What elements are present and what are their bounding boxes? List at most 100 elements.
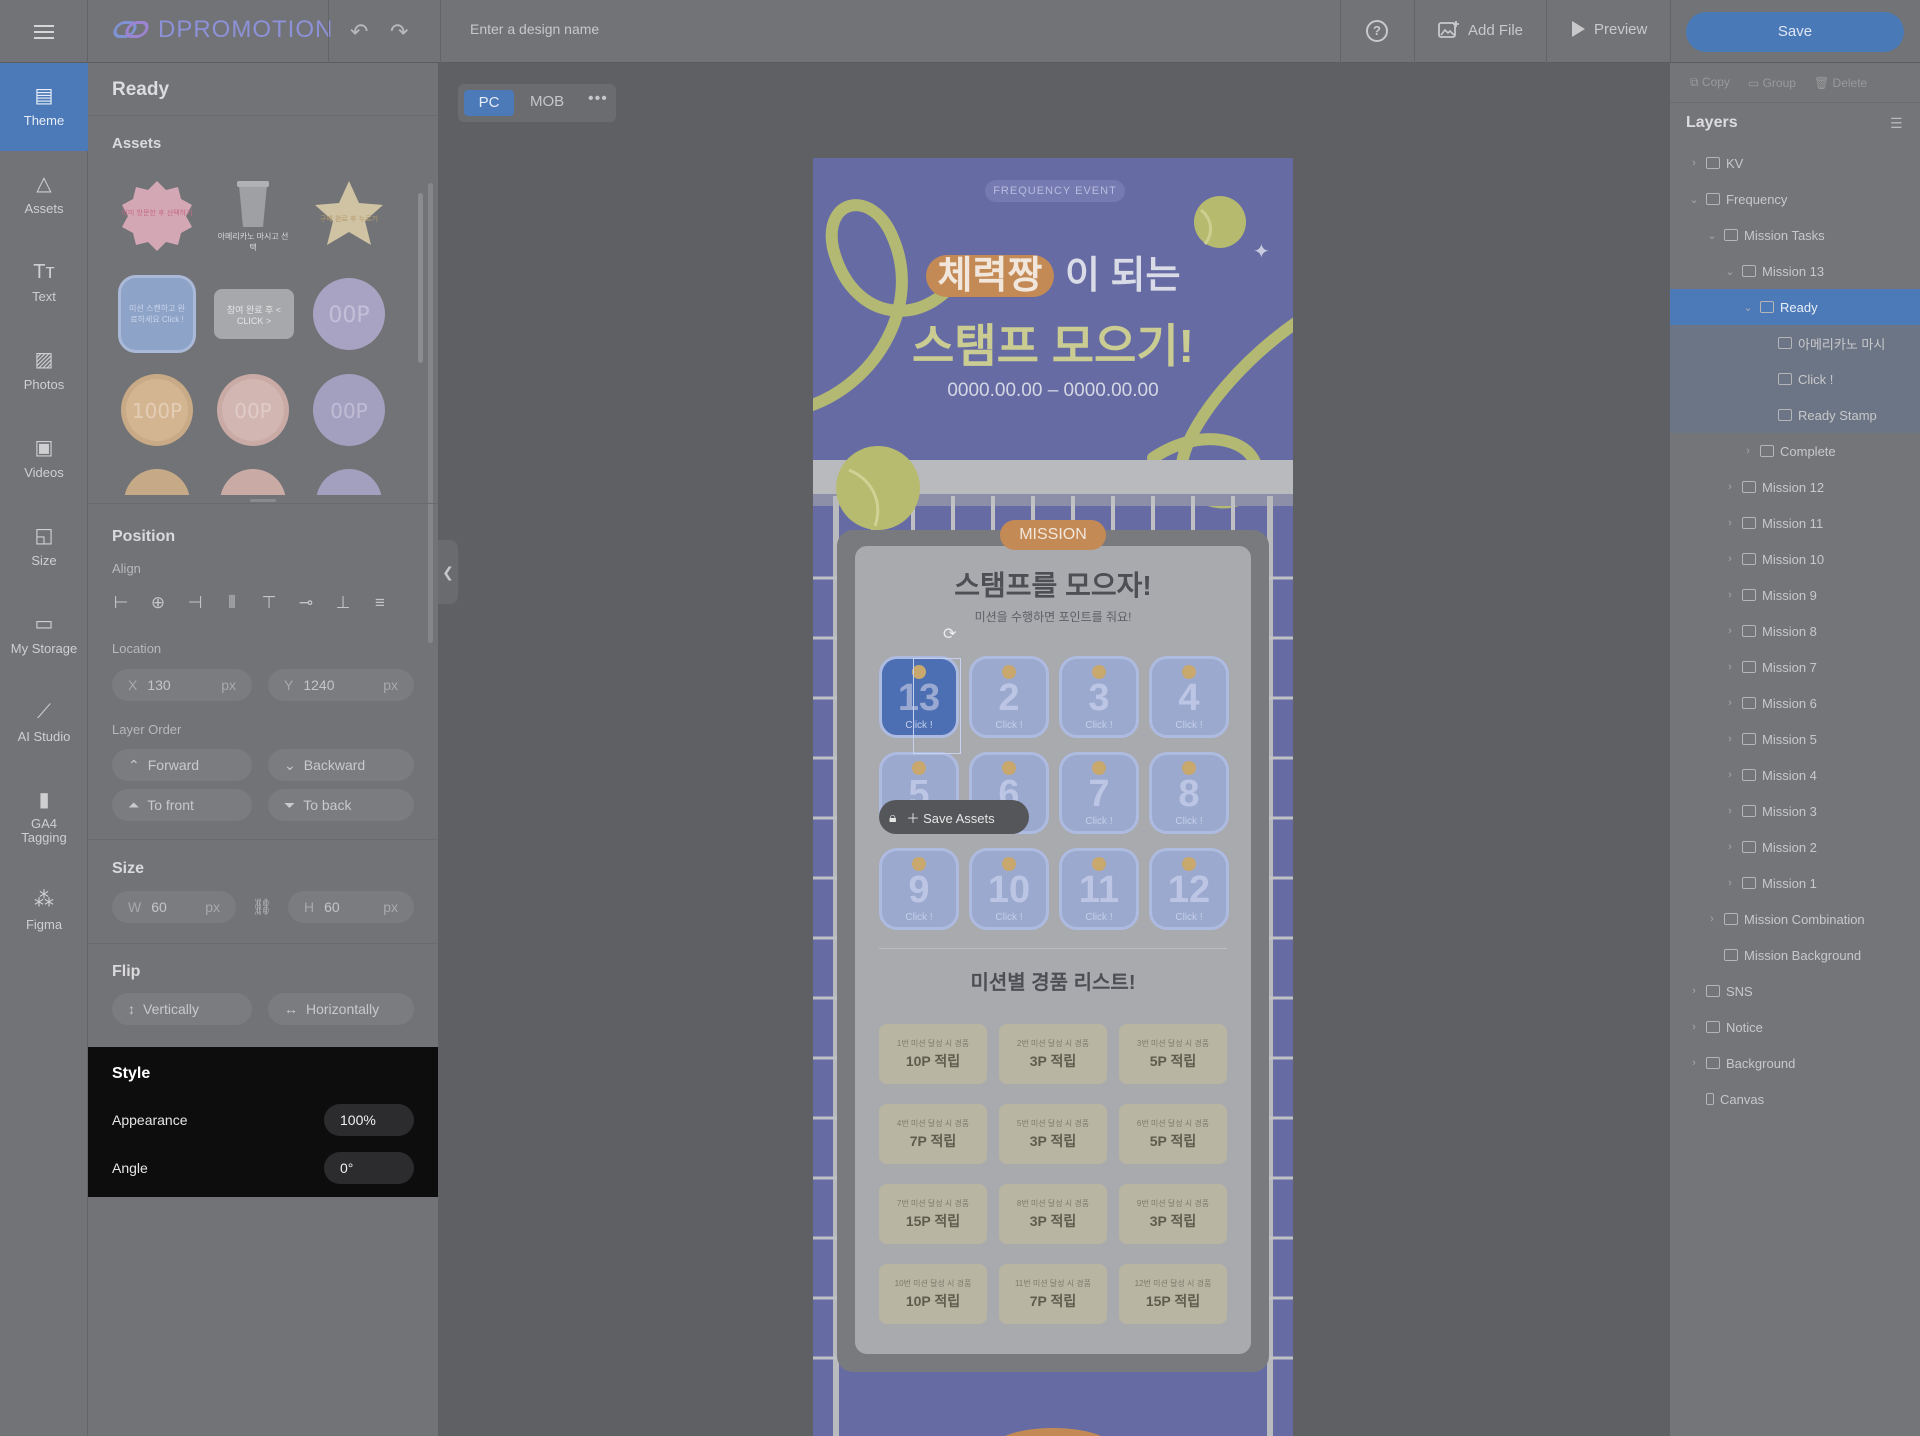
layer-item[interactable]: › Mission 2	[1670, 829, 1920, 865]
angle-input[interactable]: 0°	[324, 1152, 414, 1184]
nav-ai-studio[interactable]: ⟋ AI Studio	[0, 679, 88, 767]
layer-item[interactable]: › Mission 7	[1670, 649, 1920, 685]
layer-item[interactable]: › Mission 6	[1670, 685, 1920, 721]
backward-button[interactable]: ⌄ Backward	[268, 749, 414, 781]
resize-handle[interactable]	[250, 499, 276, 502]
chevron-icon[interactable]: ›	[1706, 913, 1718, 925]
layer-item[interactable]: ⌄ Frequency	[1670, 181, 1920, 217]
asset-coin-gold[interactable]: 100P	[118, 371, 196, 449]
asset-star[interactable]: 구매 완료 후 누르기	[310, 177, 388, 255]
stamp-card[interactable]: 3 Click !	[1059, 656, 1139, 738]
asset-mission-card[interactable]: 미션 스캔하고 완료하세요 Click !	[118, 275, 196, 353]
layer-item[interactable]: Click !	[1670, 361, 1920, 397]
layer-item[interactable]: › Mission 12	[1670, 469, 1920, 505]
preview-button[interactable]: Preview	[1570, 20, 1647, 38]
x-field[interactable]: X 130 px	[112, 669, 252, 701]
nav-my-storage[interactable]: ▭ My Storage	[0, 591, 88, 679]
to-front-button[interactable]: ⏶ To front	[112, 789, 252, 821]
align-right-icon[interactable]: ⊣	[186, 593, 204, 615]
chevron-icon[interactable]: ⌄	[1724, 265, 1736, 278]
design-canvas[interactable]: ✦ FREQUENCY EVENT 체력짱 이 되는 스탬프 모으기! 0000…	[813, 158, 1293, 1436]
chevron-icon[interactable]: ›	[1688, 1057, 1700, 1069]
more-icon[interactable]: •••	[588, 90, 608, 108]
layer-item[interactable]: › Complete	[1670, 433, 1920, 469]
layer-item[interactable]: › Mission 5	[1670, 721, 1920, 757]
chevron-icon[interactable]: ›	[1724, 841, 1736, 853]
layer-item[interactable]: › KV	[1670, 145, 1920, 181]
save-assets-button[interactable]: ＋ Save Assets	[906, 808, 994, 827]
chevron-icon[interactable]: ›	[1724, 769, 1736, 781]
forward-button[interactable]: ⌃ Forward	[112, 749, 252, 781]
stamp-card[interactable]: 7 Click !	[1059, 752, 1139, 834]
layer-item[interactable]: Ready Stamp	[1670, 397, 1920, 433]
nav-assets[interactable]: △ Assets	[0, 151, 88, 239]
help-icon[interactable]: ?	[1366, 20, 1388, 42]
stamp-card[interactable]: 12 Click !	[1149, 848, 1229, 930]
lock-icon[interactable]: 🔒︎	[889, 809, 896, 826]
rotate-icon[interactable]: ⟳	[943, 624, 956, 644]
asset-star-badge[interactable]: 이미 방문한 후 선택하기	[118, 177, 196, 255]
asset-ticket[interactable]: 참여 완료 후 < CLICK >	[214, 289, 294, 339]
flip-vertical-button[interactable]: ↕ Vertically	[112, 993, 252, 1025]
chevron-icon[interactable]: ⌄	[1742, 301, 1754, 314]
layer-item[interactable]: ⌄ Ready	[1670, 289, 1920, 325]
layer-item[interactable]: › Mission 8	[1670, 613, 1920, 649]
height-field[interactable]: H 60 px	[288, 891, 414, 923]
collapse-panel-button[interactable]: ❮	[438, 540, 458, 604]
chevron-icon[interactable]: ›	[1742, 445, 1754, 457]
align-middle-icon[interactable]: ⊸	[297, 593, 315, 615]
nav-videos[interactable]: ▣ Videos	[0, 415, 88, 503]
align-top-icon[interactable]: ⊤	[260, 593, 278, 615]
layer-item[interactable]: ⌄ Mission Tasks	[1670, 217, 1920, 253]
chevron-icon[interactable]: ›	[1688, 1021, 1700, 1033]
chevron-icon[interactable]: ›	[1724, 481, 1736, 493]
chevron-icon[interactable]: ›	[1724, 589, 1736, 601]
appearance-input[interactable]: 100%	[324, 1104, 414, 1136]
asset-coin-pink[interactable]: 00P	[214, 371, 292, 449]
collapse-layers-icon[interactable]: ☰	[1890, 115, 1903, 132]
layer-item[interactable]: Canvas	[1670, 1081, 1920, 1117]
layer-item[interactable]: › Notice	[1670, 1009, 1920, 1045]
chevron-icon[interactable]: ›	[1724, 625, 1736, 637]
layer-item[interactable]: › Mission 1	[1670, 865, 1920, 901]
chevron-icon[interactable]: ›	[1724, 697, 1736, 709]
panel-scrollbar[interactable]	[428, 183, 433, 643]
chevron-icon[interactable]: ›	[1724, 733, 1736, 745]
asset-seal-purple[interactable]: 00P	[310, 371, 388, 449]
layer-item[interactable]: › Mission Combination	[1670, 901, 1920, 937]
asset-seal[interactable]: 00P	[310, 275, 388, 353]
chevron-icon[interactable]: ›	[1688, 157, 1700, 169]
width-field[interactable]: W 60 px	[112, 891, 236, 923]
save-button[interactable]: Save	[1686, 12, 1904, 52]
chevron-icon[interactable]: ›	[1724, 661, 1736, 673]
chevron-icon[interactable]: ›	[1724, 553, 1736, 565]
y-field[interactable]: Y 1240 px	[268, 669, 414, 701]
align-left-icon[interactable]: ⊢	[112, 593, 130, 615]
distribute-h-icon[interactable]: ⦀	[223, 593, 241, 615]
layer-item[interactable]: › Mission 9	[1670, 577, 1920, 613]
layer-item[interactable]: Mission Background	[1670, 937, 1920, 973]
add-file-button[interactable]: Add File	[1438, 20, 1523, 40]
selection-box[interactable]	[913, 658, 961, 754]
layer-item[interactable]: ⌄ Mission 13	[1670, 253, 1920, 289]
stamp-card[interactable]: 8 Click !	[1149, 752, 1229, 834]
stamp-card[interactable]: 11 Click !	[1059, 848, 1139, 930]
layer-item[interactable]: › Mission 3	[1670, 793, 1920, 829]
stamp-card[interactable]: 10 Click !	[969, 848, 1049, 930]
mob-view-button[interactable]: MOB	[530, 93, 564, 110]
chevron-icon[interactable]: ›	[1724, 877, 1736, 889]
chevron-icon[interactable]: ⌄	[1706, 229, 1718, 242]
assets-scrollbar[interactable]	[418, 193, 423, 363]
align-bottom-icon[interactable]: ⊥	[334, 593, 352, 615]
copy-button[interactable]: ⧉ Copy	[1690, 75, 1730, 90]
nav-text[interactable]: Tт Text	[0, 239, 88, 327]
flip-horizontal-button[interactable]: ↔ Horizontally	[268, 993, 414, 1025]
align-center-h-icon[interactable]: ⊕	[149, 593, 167, 615]
chevron-icon[interactable]: ›	[1724, 805, 1736, 817]
stamp-card[interactable]: 4 Click !	[1149, 656, 1229, 738]
nav-size[interactable]: ◱ Size	[0, 503, 88, 591]
menu-button[interactable]	[0, 0, 88, 63]
stamp-card[interactable]: 9 Click !	[879, 848, 959, 930]
chevron-icon[interactable]: ⌄	[1688, 193, 1700, 206]
layer-item[interactable]: › SNS	[1670, 973, 1920, 1009]
